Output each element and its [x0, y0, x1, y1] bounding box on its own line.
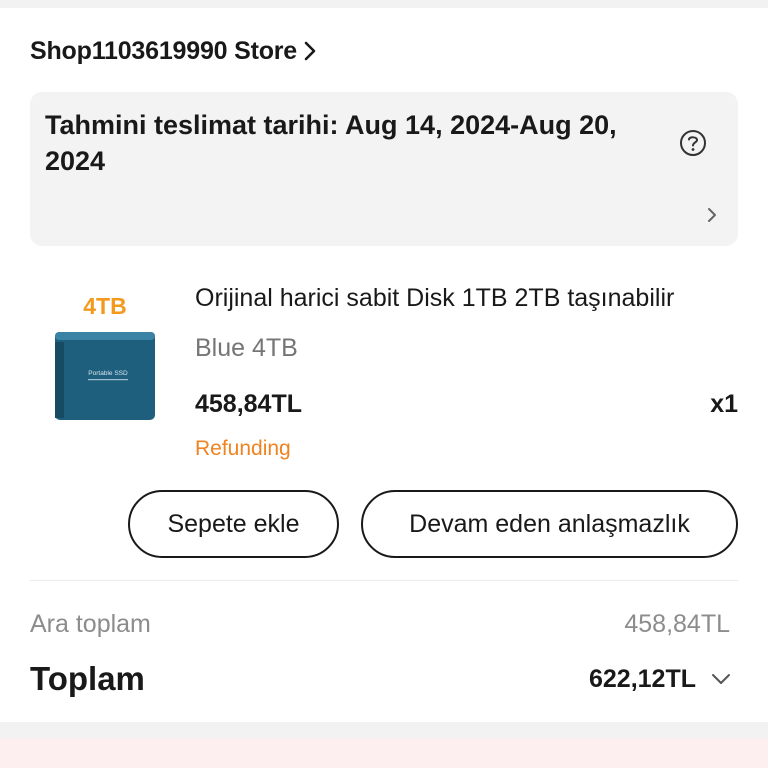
- product-price: 458,84TL: [195, 390, 303, 418]
- total-label: Toplam: [30, 660, 145, 697]
- chevron-right-icon: [704, 206, 720, 224]
- product-image[interactable]: 4TB Portable SSD: [50, 284, 160, 424]
- product-image-badge: 4TB: [83, 293, 126, 319]
- product-image-label: Portable SSD: [88, 370, 128, 377]
- total-value: 622,12TL: [588, 664, 696, 693]
- product-variant: Blue 4TB: [195, 334, 298, 362]
- total-toggle[interactable]: 622,12TL: [589, 664, 732, 694]
- chevron-down-icon[interactable]: [710, 672, 732, 686]
- store-link[interactable]: Shop1103619990 Store: [30, 34, 317, 68]
- refund-status: Refunding: [195, 437, 291, 460]
- divider: [30, 580, 738, 581]
- delivery-estimate-text: Tahmini teslimat tarihi: Aug 14, 2024-Au…: [45, 110, 617, 176]
- subtotal-label: Ara toplam: [30, 610, 151, 638]
- store-name: Shop1103619990 Store: [30, 36, 297, 65]
- bottom-strip: [0, 738, 768, 768]
- subtotal-value: 458,84TL: [624, 610, 730, 638]
- question-circle-icon[interactable]: [678, 128, 708, 158]
- product-title[interactable]: Orijinal harici sabit Disk 1TB 2TB taşın…: [195, 284, 740, 313]
- delivery-estimate-box[interactable]: Tahmini teslimat tarihi: Aug 14, 2024-Au…: [30, 92, 738, 246]
- product-quantity: x1: [710, 390, 738, 418]
- order-card: Shop1103619990 Store Tahmini teslimat ta…: [0, 8, 768, 722]
- add-to-cart-button[interactable]: Sepete ekle: [128, 490, 339, 558]
- ongoing-dispute-button[interactable]: Devam eden anlaşmazlık: [361, 490, 738, 558]
- chevron-right-icon: [303, 40, 317, 62]
